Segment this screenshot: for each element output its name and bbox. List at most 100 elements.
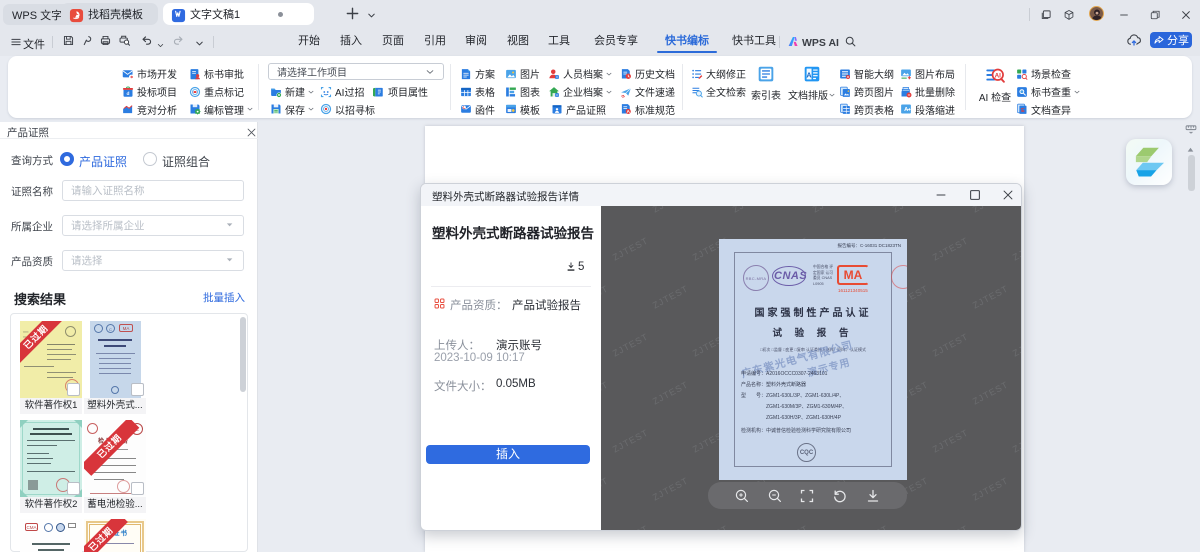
result-card[interactable]: CMA bbox=[20, 519, 82, 552]
project-select[interactable]: 请选择工作项目 bbox=[268, 63, 444, 80]
ribbon-button-file-express[interactable]: 文件速递 bbox=[620, 85, 675, 98]
fit-screen-icon[interactable] bbox=[799, 488, 815, 504]
menu-tab-7[interactable]: 工具 bbox=[548, 30, 570, 52]
ribbon-button-zhao-xun[interactable]: 以招寻标 bbox=[320, 103, 375, 116]
close-button[interactable] bbox=[1180, 8, 1192, 26]
ribbon-button-image-layout[interactable]: 图片布局 bbox=[900, 67, 955, 80]
certificate-preview-image[interactable]: 报告编号：C-16031 DC1823TN RBC-MRA CNAS 中国合格 … bbox=[719, 239, 907, 480]
redo-button[interactable] bbox=[172, 34, 185, 52]
ribbon-button-save-disk[interactable]: 保存 bbox=[270, 103, 315, 116]
download-preview-icon[interactable] bbox=[865, 488, 881, 504]
ribbon-button-product-cert[interactable]: 产品证照 bbox=[551, 103, 606, 116]
company-select[interactable]: 请选择所属企业 bbox=[62, 215, 244, 236]
radio-product-cert-label[interactable]: 产品证照 bbox=[79, 153, 127, 170]
save-button[interactable] bbox=[62, 34, 75, 52]
rotate-icon[interactable] bbox=[832, 488, 848, 504]
export-button[interactable] bbox=[81, 34, 94, 52]
ribbon-button-bid-project[interactable]: d投标项目 bbox=[122, 85, 177, 98]
ribbon-button-standard-spec[interactable]: A标准规范 bbox=[620, 103, 675, 116]
ribbon-button-letter[interactable]: 函件 bbox=[460, 103, 495, 116]
menu-tab-9[interactable]: 快书编标 bbox=[665, 30, 709, 52]
ribbon-button-table[interactable]: 表格 bbox=[460, 85, 495, 98]
qat-more-dropdown[interactable] bbox=[194, 36, 205, 54]
dialog-close-button[interactable] bbox=[1001, 188, 1015, 202]
restore-button[interactable] bbox=[1149, 8, 1161, 26]
menu-tab-5[interactable]: 审阅 bbox=[465, 30, 487, 52]
search-button[interactable] bbox=[844, 35, 857, 53]
ribbon-button-scene-check[interactable]: 场景检查 bbox=[1016, 67, 1071, 80]
share-button[interactable]: 分享 bbox=[1150, 32, 1192, 48]
ribbon-big-button-ai-check[interactable]: AIAI 检查 bbox=[971, 65, 1019, 104]
vertical-scrollbar[interactable] bbox=[1188, 155, 1195, 191]
window-switch-button[interactable] bbox=[1040, 8, 1052, 26]
ribbon-button-outline-fix[interactable]: 大纲修正 bbox=[691, 67, 746, 80]
ribbon-button-batch-delete[interactable]: 批量删除 bbox=[900, 85, 955, 98]
ribbon-button-project-props[interactable]: 项目属性 bbox=[373, 85, 428, 98]
quality-select[interactable]: 请选择 bbox=[62, 250, 244, 271]
zoom-out-icon[interactable] bbox=[767, 488, 783, 504]
tab-list-dropdown[interactable] bbox=[366, 8, 377, 26]
ribbon-button-bid-approval[interactable]: 标书审批 bbox=[189, 67, 244, 80]
radio-product-cert[interactable] bbox=[60, 152, 74, 166]
cloud-sync-button[interactable] bbox=[1126, 32, 1142, 53]
cert-thumbnail[interactable]: C MA bbox=[84, 321, 146, 398]
ribbon-button-plan-doc[interactable]: 方案 bbox=[460, 67, 495, 80]
cert-thumbnail[interactable]: ━━━━━ 已过期 bbox=[20, 321, 82, 398]
result-card[interactable]: C MA 塑料外壳式... bbox=[84, 321, 146, 414]
kuaishu-assistant-button[interactable] bbox=[1126, 139, 1172, 185]
cert-thumbnail[interactable]: CMA bbox=[20, 519, 82, 552]
results-scrollbar[interactable] bbox=[240, 317, 246, 392]
ruler-toggle-icon[interactable] bbox=[1185, 123, 1197, 141]
radio-cert-combo[interactable] bbox=[143, 152, 157, 166]
menu-tab-1[interactable]: 开始 bbox=[298, 30, 320, 52]
insert-button[interactable]: 插入 bbox=[426, 445, 590, 464]
cert-thumbnail[interactable]: 合格证书 已过期 bbox=[84, 519, 146, 552]
batch-insert-link[interactable]: 批量插入 bbox=[203, 290, 245, 305]
main-menu-button[interactable] bbox=[10, 35, 22, 53]
undo-dropdown[interactable] bbox=[156, 37, 165, 55]
ribbon-button-competitor-analysis[interactable]: 竞对分析 bbox=[122, 103, 177, 116]
ribbon-button-full-search[interactable]: 全文检索 bbox=[691, 85, 746, 98]
card-checkbox[interactable] bbox=[131, 482, 144, 495]
ribbon-button-enterprise[interactable]: 企业档案 bbox=[548, 85, 613, 98]
cert-thumbnail[interactable] bbox=[20, 420, 82, 497]
menu-tab-3[interactable]: 页面 bbox=[382, 30, 404, 52]
ribbon-button-doc-diff[interactable]: E文档查异 bbox=[1016, 103, 1071, 116]
print-preview-button[interactable] bbox=[118, 34, 131, 52]
ribbon-big-button-doc-layout[interactable]: A文档排版 bbox=[788, 65, 836, 102]
result-card[interactable]: 合格证书 已过期 bbox=[84, 519, 146, 552]
user-avatar[interactable] bbox=[1089, 6, 1104, 21]
dialog-maximize-button[interactable] bbox=[968, 188, 982, 202]
ribbon-button-chart[interactable]: 图表 bbox=[505, 85, 540, 98]
card-checkbox[interactable] bbox=[131, 383, 144, 396]
ribbon-button-smart-outline[interactable]: 智能大纲 bbox=[839, 67, 894, 80]
result-card[interactable]: 软件著作权2 bbox=[20, 420, 82, 513]
doc-tab-docer[interactable]: 找稻壳模板 bbox=[61, 3, 158, 25]
ribbon-button-template[interactable]: 模板 bbox=[505, 103, 540, 116]
ribbon-button-key-mark[interactable]: 重点标记 bbox=[189, 85, 244, 98]
ribbon-button-history-doc[interactable]: 历史文档 bbox=[620, 67, 675, 80]
minimize-button[interactable] bbox=[1118, 8, 1130, 26]
zoom-in-icon[interactable] bbox=[734, 488, 750, 504]
print-button[interactable] bbox=[99, 34, 112, 52]
labs-cube-button[interactable] bbox=[1063, 8, 1075, 26]
ribbon-button-bid-manage[interactable]: 编标管理 bbox=[189, 103, 254, 116]
cert-thumbnail[interactable]: C 检验报告 已过期 bbox=[84, 420, 146, 497]
file-menu-label[interactable]: 文件 bbox=[23, 36, 45, 52]
ribbon-button-cross-page-image[interactable]: 跨页图片 bbox=[839, 85, 894, 98]
wps-ai-button[interactable] bbox=[787, 35, 800, 53]
menu-tab-2[interactable]: 插入 bbox=[340, 30, 362, 52]
ribbon-button-paragraph-indent[interactable]: A段落缩进 bbox=[900, 103, 955, 116]
card-checkbox[interactable] bbox=[67, 482, 80, 495]
menu-tab-4[interactable]: 引用 bbox=[424, 30, 446, 52]
menu-tab-8[interactable]: 会员专享 bbox=[594, 30, 638, 52]
dialog-minimize-button[interactable] bbox=[934, 188, 948, 202]
ribbon-big-button-index-table[interactable]: 索引表 bbox=[742, 65, 790, 102]
card-checkbox[interactable] bbox=[67, 383, 80, 396]
ribbon-button-ai-guozhao[interactable]: AI过招 bbox=[320, 85, 364, 98]
panel-close-icon[interactable] bbox=[246, 125, 257, 143]
ribbon-button-bid-dupcheck[interactable]: 标书查重 bbox=[1016, 85, 1081, 98]
doc-tab-active[interactable]: 文字文稿1 bbox=[163, 3, 314, 25]
radio-cert-combo-label[interactable]: 证照组合 bbox=[162, 153, 210, 170]
ribbon-button-personnel[interactable]: 人员档案 bbox=[548, 67, 613, 80]
